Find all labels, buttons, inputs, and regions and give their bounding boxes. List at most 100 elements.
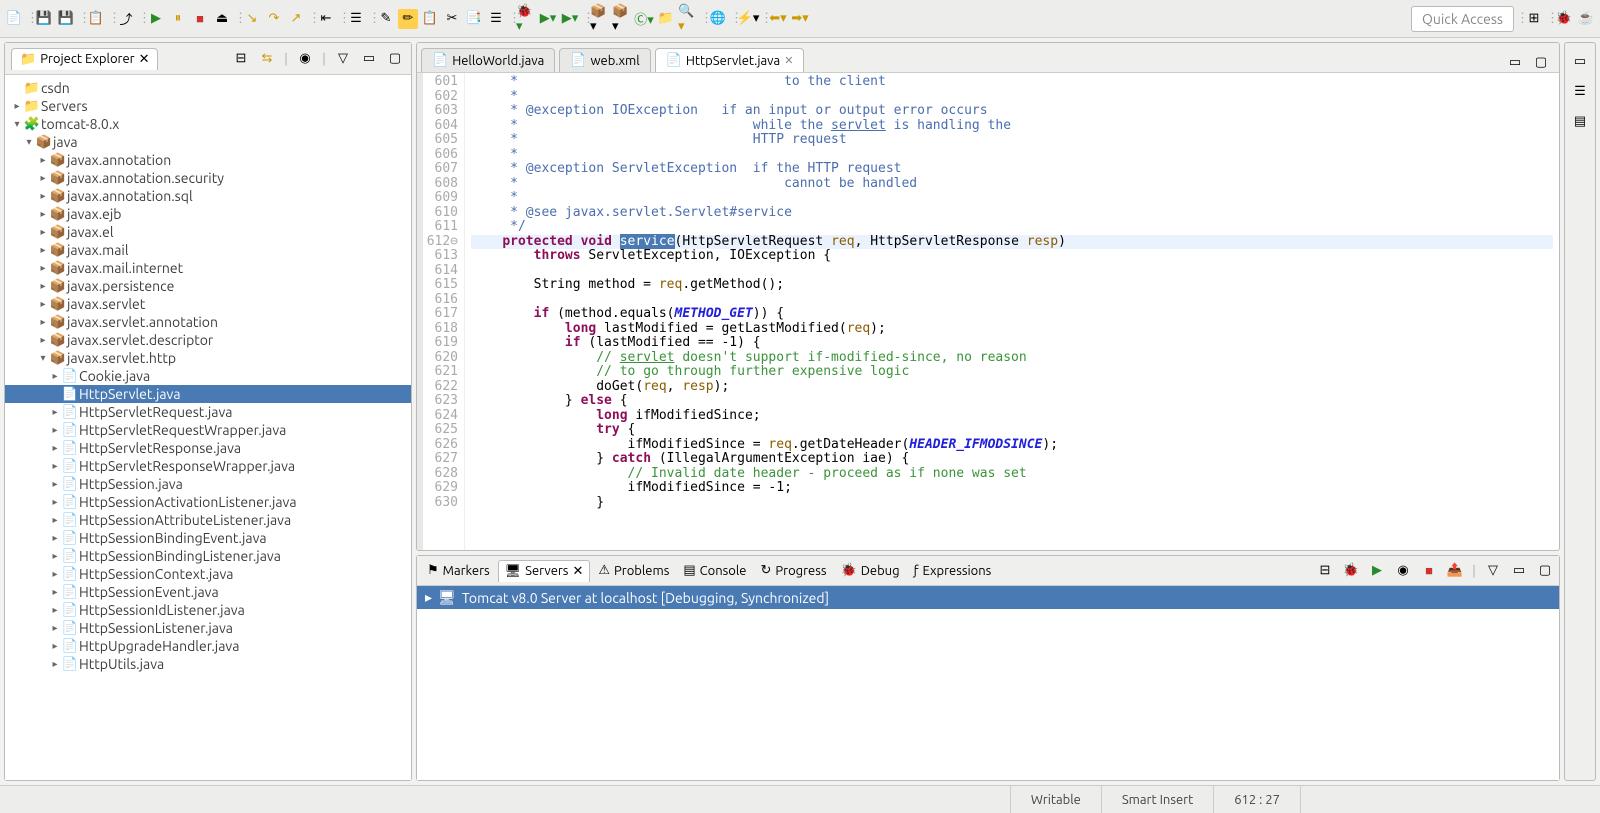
- build-icon[interactable]: 📋: [86, 9, 106, 29]
- copy-icon[interactable]: 📑: [464, 9, 484, 29]
- forward-icon[interactable]: ➡▾: [790, 9, 810, 29]
- step-over-icon[interactable]: ↷: [264, 9, 284, 29]
- tree-item[interactable]: ▸📄HttpServletResponseWrapper.java: [5, 457, 411, 475]
- web-icon[interactable]: 🌐: [708, 9, 728, 29]
- tree-item[interactable]: ▸📄HttpServletRequestWrapper.java: [5, 421, 411, 439]
- debug-icon[interactable]: 🐞▾: [516, 9, 536, 29]
- edit-icon[interactable]: ✎: [376, 9, 396, 29]
- search-icon[interactable]: 🔍▾: [678, 9, 698, 29]
- tree-item[interactable]: ▸📄HttpSessionListener.java: [5, 619, 411, 637]
- minimize-icon[interactable]: ▭: [359, 49, 379, 69]
- focus-icon[interactable]: ◉: [295, 49, 315, 69]
- tree-item[interactable]: 📄HttpServlet.java: [5, 385, 411, 403]
- project-explorer-tab[interactable]: 📁 Project Explorer ✕: [11, 48, 158, 70]
- tree-item[interactable]: ▸📦javax.servlet: [5, 295, 411, 313]
- close-icon[interactable]: ✕: [572, 564, 583, 579]
- quick-access-field[interactable]: Quick Access: [1411, 6, 1514, 32]
- editor-tab[interactable]: 📄HelloWorld.java: [421, 48, 555, 72]
- debug-perspective-icon[interactable]: 🐞: [1554, 9, 1574, 29]
- run-server-icon[interactable]: ▶: [1367, 561, 1387, 581]
- list-icon[interactable]: ☰: [486, 9, 506, 29]
- no-servers-icon[interactable]: ⊟: [1315, 561, 1335, 581]
- tree-item[interactable]: ▸📄HttpUtils.java: [5, 655, 411, 673]
- tree-item[interactable]: ▸📦javax.el: [5, 223, 411, 241]
- tree-item[interactable]: ▸📄HttpUpgradeHandler.java: [5, 637, 411, 655]
- tree-item[interactable]: ▸📄HttpServletResponse.java: [5, 439, 411, 457]
- profile-server-icon[interactable]: ◉: [1393, 561, 1413, 581]
- tree-item[interactable]: ▸📦javax.servlet.annotation: [5, 313, 411, 331]
- step-return-icon[interactable]: ↗: [286, 9, 306, 29]
- disconnect-icon[interactable]: ⏏: [212, 9, 232, 29]
- suspend-icon[interactable]: ⏸: [168, 9, 188, 29]
- bottom-tab-console[interactable]: ▤Console: [677, 560, 752, 581]
- close-icon[interactable]: ✕: [139, 52, 150, 67]
- cut-icon[interactable]: ✂: [442, 9, 462, 29]
- open-perspective-icon[interactable]: ⊞: [1524, 9, 1544, 29]
- drop-frame-icon[interactable]: ⇤: [316, 9, 336, 29]
- tree-item[interactable]: ▸📄HttpSessionContext.java: [5, 565, 411, 583]
- tree-item[interactable]: ▸📄HttpSession.java: [5, 475, 411, 493]
- restore-icon[interactable]: ▭: [1570, 51, 1590, 71]
- save-all-icon[interactable]: 💾: [56, 9, 76, 29]
- tree-item[interactable]: ▸📄HttpSessionActivationListener.java: [5, 493, 411, 511]
- run-last-icon[interactable]: ▶▾: [560, 9, 580, 29]
- tree-item[interactable]: ▸📦javax.mail.internet: [5, 259, 411, 277]
- bottom-tab-markers[interactable]: ⚑Markers: [421, 560, 496, 581]
- minimize-icon[interactable]: ▭: [1505, 52, 1525, 72]
- new-package-icon[interactable]: 📦▾: [612, 9, 632, 29]
- filters-icon[interactable]: ☰: [346, 9, 366, 29]
- server-item[interactable]: ▸ 🖥 Tomcat v8.0 Server at localhost [Deb…: [417, 586, 1559, 609]
- run-icon[interactable]: ▶▾: [538, 9, 558, 29]
- new-icon[interactable]: 📄: [4, 9, 24, 29]
- bottom-tab-expressions[interactable]: ƒExpressions: [908, 561, 998, 581]
- terminate-icon[interactable]: ■: [190, 9, 210, 29]
- debug-server-icon[interactable]: 🐞: [1341, 561, 1361, 581]
- back-icon[interactable]: ⬅▾: [768, 9, 788, 29]
- collapse-all-icon[interactable]: ⊟: [231, 49, 251, 69]
- link-editor-icon[interactable]: ⇆: [257, 49, 277, 69]
- tree-item[interactable]: ▸📦javax.ejb: [5, 205, 411, 223]
- tree-item[interactable]: ▾🧩tomcat-8.0.x: [5, 115, 411, 133]
- bottom-tab-problems[interactable]: ⚠Problems: [592, 560, 675, 581]
- sync-icon[interactable]: ⚡▾: [738, 9, 758, 29]
- tree-item[interactable]: ▸📦javax.annotation.security: [5, 169, 411, 187]
- project-tree[interactable]: 📁csdn▸📁Servers▾🧩tomcat-8.0.x▾📦java▸📦java…: [5, 75, 411, 780]
- maximize-icon[interactable]: ▢: [385, 49, 405, 69]
- publish-server-icon[interactable]: 📤: [1445, 561, 1465, 581]
- tree-item[interactable]: ▸📦javax.persistence: [5, 277, 411, 295]
- editor-tab[interactable]: 📄HttpServlet.java✕: [655, 48, 805, 72]
- new-class-icon[interactable]: Ⓒ▾: [634, 9, 654, 29]
- view-menu-icon[interactable]: ▽: [333, 49, 353, 69]
- tree-item[interactable]: ▸📄Cookie.java: [5, 367, 411, 385]
- new-folder-icon[interactable]: 📁: [656, 9, 676, 29]
- code-editor[interactable]: * to the client * * @exception IOExcepti…: [465, 73, 1559, 550]
- bottom-tab-progress[interactable]: ↻Progress: [754, 560, 832, 581]
- tree-item[interactable]: ▾📦javax.servlet.http: [5, 349, 411, 367]
- maximize-icon[interactable]: ▢: [1531, 52, 1551, 72]
- close-icon[interactable]: ✕: [784, 54, 793, 67]
- view-menu-icon[interactable]: ▽: [1483, 561, 1503, 581]
- bottom-tab-servers[interactable]: 🖥Servers ✕: [498, 560, 591, 582]
- tree-item[interactable]: 📁csdn: [5, 79, 411, 97]
- resume-icon[interactable]: ▶: [146, 9, 166, 29]
- tree-item[interactable]: ▸📄HttpSessionIdListener.java: [5, 601, 411, 619]
- java-ee-perspective-icon[interactable]: ☕: [1576, 9, 1596, 29]
- maximize-icon[interactable]: ▢: [1535, 561, 1555, 581]
- bottom-tab-debug[interactable]: 🐞Debug: [835, 560, 906, 581]
- tree-item[interactable]: ▸📄HttpSessionAttributeListener.java: [5, 511, 411, 529]
- save-icon[interactable]: 💾: [34, 9, 54, 29]
- tree-item[interactable]: ▸📁Servers: [5, 97, 411, 115]
- paste-icon[interactable]: 📋: [420, 9, 440, 29]
- tree-item[interactable]: ▾📦java: [5, 133, 411, 151]
- tree-item[interactable]: ▸📦javax.annotation.sql: [5, 187, 411, 205]
- tree-item[interactable]: ▸📦javax.mail: [5, 241, 411, 259]
- tree-item[interactable]: ▸📦javax.servlet.descriptor: [5, 331, 411, 349]
- tree-item[interactable]: ▸📄HttpServletRequest.java: [5, 403, 411, 421]
- tree-item[interactable]: ▸📄HttpSessionBindingListener.java: [5, 547, 411, 565]
- tree-item[interactable]: ▸📦javax.annotation: [5, 151, 411, 169]
- stop-server-icon[interactable]: ■: [1419, 561, 1439, 581]
- outline-icon[interactable]: ☰: [1570, 81, 1590, 101]
- new-server-icon[interactable]: 📦▾: [590, 9, 610, 29]
- highlight-icon[interactable]: ✏: [398, 9, 418, 29]
- skip-icon[interactable]: ⤴: [116, 9, 136, 29]
